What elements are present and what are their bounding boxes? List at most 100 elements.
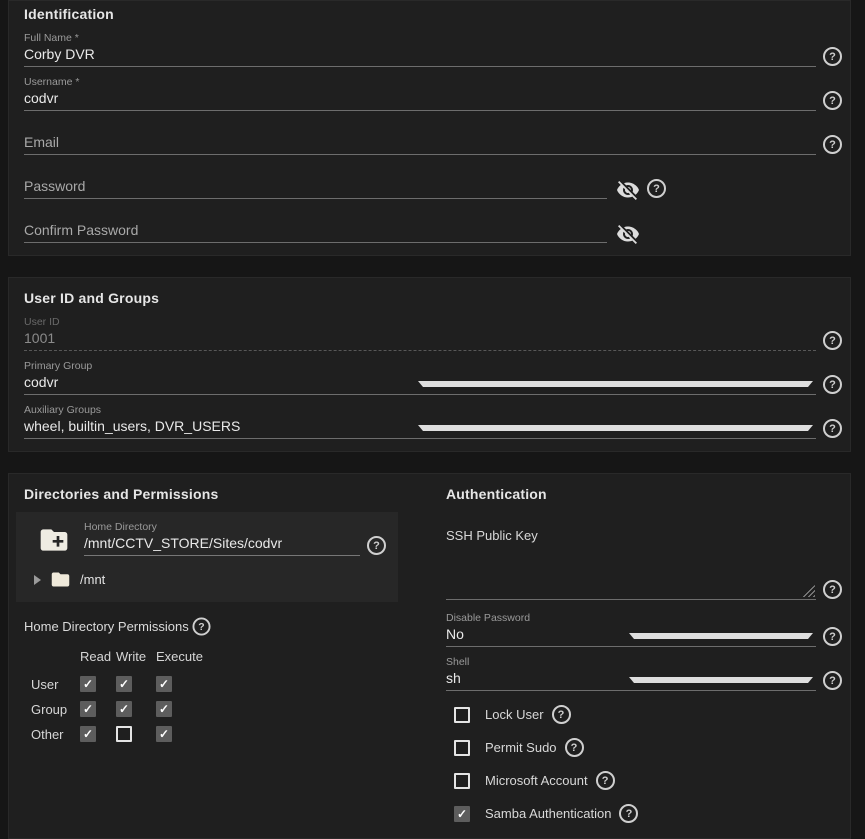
samba-authentication-option: Samba Authentication — [454, 804, 842, 823]
ssh-public-key-textarea[interactable] — [446, 547, 816, 600]
primary-group-label: Primary Group — [24, 360, 93, 372]
permissions-grid: Read Write Execute User Group Other — [31, 649, 398, 742]
user-id-row: User ID 1001 — [24, 316, 842, 351]
section-identification: Identification Full Name * Corby DVR Use… — [8, 0, 851, 256]
directories-column: Directories and Permissions Home Directo… — [16, 486, 398, 742]
permit-sudo-option: Permit Sudo — [454, 738, 842, 757]
username-field[interactable]: Username * codvr — [24, 76, 816, 111]
visibility-off-icon[interactable] — [616, 178, 640, 202]
tree-node-mnt[interactable]: /mnt — [30, 569, 386, 590]
perm-row-other: Other — [31, 726, 64, 742]
help-icon[interactable] — [647, 179, 666, 198]
primary-group-value: codvr — [24, 374, 59, 390]
checkbox-group-read[interactable] — [80, 701, 96, 717]
authentication-title: Authentication — [446, 486, 547, 502]
folder-icon — [50, 569, 71, 590]
checkbox-user-read[interactable] — [80, 676, 96, 692]
username-value: codvr — [24, 90, 59, 106]
full-name-value: Corby DVR — [24, 46, 95, 62]
checkbox-user-execute[interactable] — [156, 676, 172, 692]
checkbox-other-write[interactable] — [116, 726, 132, 742]
confirm-password-placeholder: Confirm Password — [24, 222, 139, 238]
help-icon[interactable] — [823, 47, 842, 66]
help-icon[interactable] — [823, 419, 842, 438]
microsoft-account-label: Microsoft Account — [485, 773, 588, 788]
password-row: Password — [24, 164, 842, 202]
user-id-value: 1001 — [24, 330, 56, 346]
resize-grip-icon[interactable] — [801, 585, 815, 597]
user-edit-form: Identification Full Name * Corby DVR Use… — [8, 0, 851, 839]
checkbox-other-execute[interactable] — [156, 726, 172, 742]
shell-select[interactable]: Shell sh — [446, 656, 816, 691]
checkbox-lock-user[interactable] — [454, 706, 470, 723]
help-icon[interactable] — [823, 627, 842, 646]
home-directory-field[interactable]: Home Directory /mnt/CCTV_STORE/Sites/cod… — [84, 521, 360, 556]
confirm-password-field[interactable]: Confirm Password — [24, 208, 607, 243]
shell-row: Shell sh — [446, 656, 842, 691]
perm-row-group: Group — [31, 701, 68, 717]
checkbox-group-write[interactable] — [116, 701, 132, 717]
help-icon[interactable] — [823, 135, 842, 154]
password-field[interactable]: Password — [24, 164, 607, 199]
chevron-down-icon[interactable] — [417, 381, 813, 387]
help-icon[interactable] — [595, 771, 615, 790]
user-id-groups-title: User ID and Groups — [24, 290, 160, 306]
help-icon[interactable] — [564, 738, 584, 757]
disable-password-select[interactable]: Disable Password No — [446, 612, 816, 647]
checkbox-other-read[interactable] — [80, 726, 96, 742]
help-icon[interactable] — [823, 375, 842, 394]
email-field[interactable]: Email — [24, 120, 816, 155]
email-row: Email — [24, 120, 842, 155]
help-icon[interactable] — [823, 91, 842, 110]
primary-group-select[interactable]: Primary Group codvr — [24, 360, 816, 395]
permissions-label-row: Home Directory Permissions — [24, 617, 398, 636]
perm-col-execute: Execute — [156, 649, 203, 664]
checkbox-microsoft-account[interactable] — [454, 772, 470, 789]
disable-password-label: Disable Password — [446, 612, 531, 624]
checkbox-samba-authentication[interactable] — [454, 805, 470, 822]
full-name-label: Full Name * — [24, 32, 79, 44]
username-row: Username * codvr — [24, 76, 842, 111]
chevron-down-icon[interactable] — [417, 425, 813, 431]
disable-password-row: Disable Password No — [446, 612, 842, 647]
confirm-password-row: Confirm Password — [24, 208, 842, 246]
user-id-label: User ID — [24, 316, 60, 328]
shell-value: sh — [446, 670, 461, 686]
full-name-field[interactable]: Full Name * Corby DVR — [24, 32, 816, 67]
password-placeholder: Password — [24, 178, 86, 194]
microsoft-account-option: Microsoft Account — [454, 771, 842, 790]
checkbox-permit-sudo[interactable] — [454, 739, 470, 756]
section-user-id-groups: User ID and Groups User ID 1001 Primary … — [8, 277, 851, 452]
perm-col-read: Read — [80, 649, 112, 664]
visibility-off-icon[interactable] — [616, 222, 640, 246]
create-new-folder-icon[interactable] — [38, 524, 70, 556]
help-icon[interactable] — [192, 617, 211, 636]
perm-col-write: Write — [116, 649, 147, 664]
ssh-public-key-row — [446, 543, 842, 600]
chevron-down-icon[interactable] — [628, 677, 813, 683]
help-icon[interactable] — [823, 671, 842, 690]
home-directory-panel: Home Directory /mnt/CCTV_STORE/Sites/cod… — [16, 512, 398, 602]
permit-sudo-label: Permit Sudo — [485, 740, 557, 755]
home-directory-label: Home Directory — [84, 521, 157, 533]
identification-title: Identification — [24, 6, 114, 22]
help-icon[interactable] — [619, 804, 639, 823]
disable-password-value: No — [446, 626, 464, 642]
tree-expand-icon[interactable] — [34, 574, 41, 585]
checkbox-user-write[interactable] — [116, 676, 132, 692]
auxiliary-groups-row: Auxiliary Groups wheel, builtin_users, D… — [24, 404, 842, 439]
shell-label: Shell — [446, 656, 470, 668]
auxiliary-groups-select[interactable]: Auxiliary Groups wheel, builtin_users, D… — [24, 404, 816, 439]
tree-node-label: /mnt — [80, 572, 106, 587]
email-placeholder: Email — [24, 134, 60, 150]
auxiliary-groups-label: Auxiliary Groups — [24, 404, 102, 416]
perm-row-user: User — [31, 676, 59, 692]
help-icon[interactable] — [823, 331, 842, 350]
checkbox-group-execute[interactable] — [156, 701, 172, 717]
help-icon[interactable] — [551, 705, 571, 724]
full-name-row: Full Name * Corby DVR — [24, 32, 842, 67]
help-icon[interactable] — [367, 536, 386, 555]
authentication-column: Authentication SSH Public Key Disable Pa… — [446, 486, 842, 838]
chevron-down-icon[interactable] — [628, 633, 813, 639]
help-icon[interactable] — [823, 580, 842, 599]
